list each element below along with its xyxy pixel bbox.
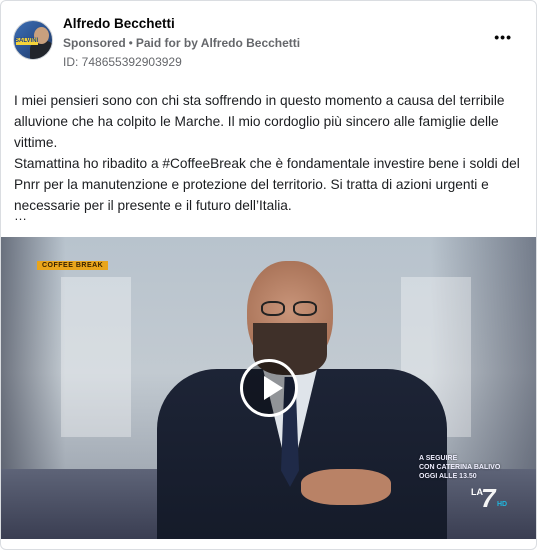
paid-for-by-label: Paid for by Alfredo Becchetti (135, 36, 301, 50)
more-options-icon[interactable]: ••• (494, 29, 512, 45)
post-paragraph-1: I miei pensieri sono con chi sta soffren… (14, 93, 505, 150)
video-player[interactable]: COFFEE BREAK A SEGUIRE CON CATERINA BALI… (1, 237, 536, 539)
meta-separator: • (128, 36, 133, 50)
promo-line-2: CON CATERINA BALIVO (419, 464, 501, 471)
speaker-hands (301, 469, 391, 505)
author-name[interactable]: Alfredo Becchetti (63, 16, 175, 31)
program-tag: COFFEE BREAK (37, 261, 109, 270)
see-more-ellipsis[interactable]: … (14, 208, 27, 223)
ad-id: ID: 748655392903929 (63, 55, 182, 69)
author-avatar[interactable]: SALVINI (13, 20, 53, 60)
promo-overlay: A SEGUIRE CON CATERINA BALIVO OGGI ALLE … (419, 454, 500, 481)
sponsored-label[interactable]: Sponsored (63, 36, 126, 50)
speaker-glasses (257, 301, 323, 317)
avatar-text: SALVINI (15, 38, 39, 44)
post-body: I miei pensieri sono con chi sta soffren… (14, 90, 524, 216)
promo-line-3: OGGI ALLE 13.50 (419, 473, 477, 480)
channel-logo: LA 7 HD (471, 485, 513, 513)
post-paragraph-2: Stamattina ho ribadito a #CoffeeBreak ch… (14, 156, 520, 213)
channel-number: 7 (481, 483, 496, 513)
studio-panel (61, 277, 131, 437)
promo-line-1: A SEGUIRE (419, 455, 458, 462)
channel-hd: HD (497, 501, 508, 508)
ad-post-card: SALVINI Alfredo Becchetti Sponsored • Paid… (0, 0, 537, 550)
play-icon[interactable] (240, 359, 298, 417)
ad-meta: Sponsored • Paid for by Alfredo Becchetti (63, 36, 300, 50)
